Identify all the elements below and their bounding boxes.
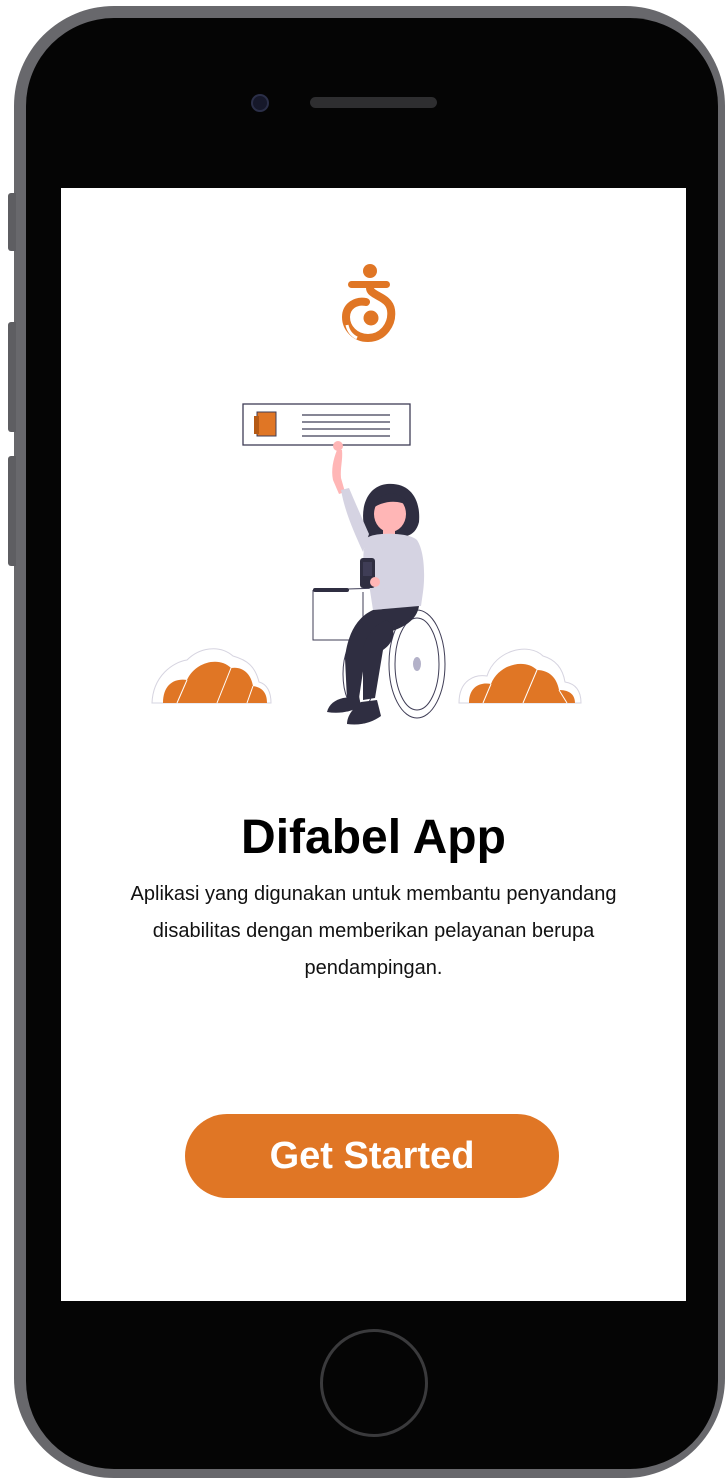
app-description: Aplikasi yang digunakan untuk membantu p…	[130, 883, 617, 979]
app-title: Difabel App	[241, 811, 506, 864]
get-started-button[interactable]: Get Started	[185, 1114, 559, 1198]
earpiece-speaker	[310, 97, 437, 108]
volume-down-button	[8, 456, 16, 566]
home-button[interactable]	[320, 1329, 428, 1437]
ui-card-illustration	[242, 403, 411, 446]
front-camera	[251, 94, 269, 112]
left-bush-illustration	[151, 648, 272, 704]
mute-switch	[8, 193, 16, 251]
volume-up-button	[8, 322, 16, 432]
right-bush-illustration	[458, 648, 582, 704]
device-mockup: Difabel App Aplikasi yang digunakan untu…	[0, 0, 725, 1481]
accessibility-logo-icon	[341, 264, 396, 343]
woman-in-wheelchair-illustration	[151, 403, 582, 725]
welcome-screen: Difabel App Aplikasi yang digunakan untu…	[61, 188, 686, 1301]
